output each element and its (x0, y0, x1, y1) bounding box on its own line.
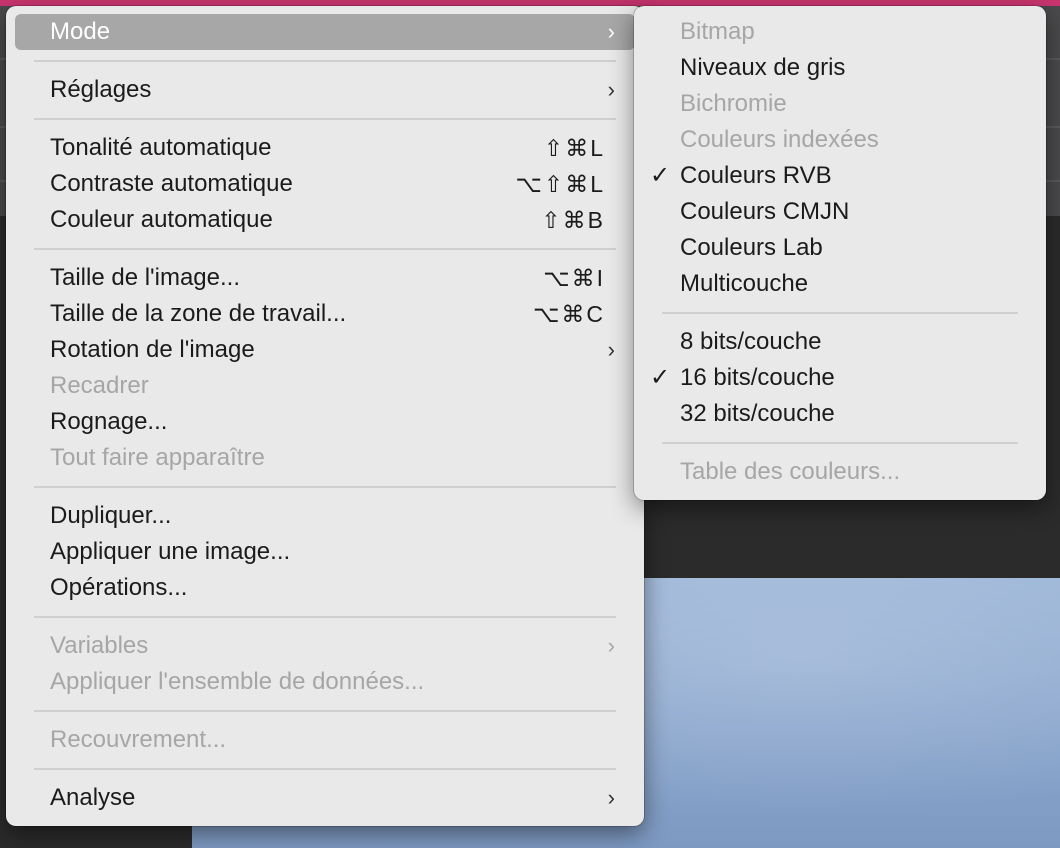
menu-item-label: Contraste automatique (50, 170, 293, 197)
menu-item-recouvrement: Recouvrement... (15, 722, 635, 758)
submenu-item-couleurs-cmjn[interactable]: Couleurs CMJN (634, 194, 1046, 230)
submenu-item-bitmap: Bitmap (634, 14, 1046, 50)
menu-item-appliquer-une-image[interactable]: Appliquer une image... (15, 534, 635, 570)
submenu-item-table-des-couleurs: Table des couleurs... (634, 454, 1046, 490)
menu-item-label: Couleur automatique (50, 206, 273, 233)
chevron-right-icon: › (607, 785, 615, 810)
submenu-item-label: 16 bits/couche (680, 364, 835, 391)
menu-item-label: Appliquer une image... (50, 538, 291, 565)
menu-item-analyse[interactable]: Analyse › (15, 780, 635, 816)
chevron-right-icon: › (607, 77, 615, 102)
submenu-item-label: Couleurs RVB (680, 162, 832, 189)
submenu-item-32-bits-couche[interactable]: 32 bits/couche (634, 396, 1046, 432)
menu-item-variables: Variables › (15, 628, 635, 664)
keyboard-shortcut: ⇧⌘L (543, 135, 605, 161)
menu-item-appliquer-l-ensemble-de-donnees: Appliquer l'ensemble de données... (15, 664, 635, 700)
menu-separator (34, 768, 616, 770)
submenu-item-16-bits-couche[interactable]: ✓ 16 bits/couche (634, 360, 1046, 396)
menu-item-label: Réglages (50, 76, 152, 103)
submenu-item-niveaux-de-gris[interactable]: Niveaux de gris (634, 50, 1046, 86)
submenu-item-label: Couleurs indexées (680, 126, 879, 153)
menu-item-tonalite-automatique[interactable]: Tonalité automatique ⇧⌘L (15, 130, 635, 166)
menu-separator (34, 486, 616, 488)
menu-item-label: Tout faire apparaître (50, 444, 265, 471)
submenu-item-couleurs-indexees: Couleurs indexées (634, 122, 1046, 158)
menu-item-dupliquer[interactable]: Dupliquer... (15, 498, 635, 534)
submenu-item-label: Couleurs Lab (680, 234, 823, 261)
submenu-item-label: Niveaux de gris (680, 54, 846, 81)
menu-item-taille-de-l-image[interactable]: Taille de l'image... ⌥⌘I (15, 260, 635, 296)
menu-separator (34, 616, 616, 618)
menu-separator (662, 312, 1018, 314)
menu-item-label: Rotation de l'image (50, 336, 255, 363)
menu-item-label: Variables (50, 632, 149, 659)
keyboard-shortcut: ⌥⌘I (543, 265, 605, 291)
keyboard-shortcut: ⌥⇧⌘L (515, 171, 605, 197)
menu-item-label: Analyse (50, 784, 136, 811)
submenu-item-label: 32 bits/couche (680, 400, 835, 427)
keyboard-shortcut: ⇧⌘B (541, 207, 605, 233)
submenu-item-label: Multicouche (680, 270, 809, 297)
menu-item-label: Opérations... (50, 574, 188, 601)
chevron-right-icon: › (607, 19, 615, 44)
menu-item-label: Taille de l'image... (50, 264, 241, 291)
chevron-right-icon: › (607, 337, 615, 362)
chevron-right-icon: › (607, 633, 615, 658)
menu-item-label: Mode (50, 18, 111, 45)
submenu-item-label: 8 bits/couche (680, 328, 822, 355)
menu-item-mode[interactable]: Mode › (15, 14, 635, 50)
menu-item-taille-de-la-zone-de-travail[interactable]: Taille de la zone de travail... ⌥⌘C (15, 296, 635, 332)
menu-item-label: Recouvrement... (50, 726, 227, 753)
menu-separator (34, 60, 616, 62)
submenu-item-label: Table des couleurs... (680, 458, 901, 485)
menu-separator (34, 710, 616, 712)
menu-item-label: Appliquer l'ensemble de données... (50, 668, 425, 695)
menu-item-reglages[interactable]: Réglages › (15, 72, 635, 108)
mode-submenu: Bitmap Niveaux de gris Bichromie Couleurs i… (634, 6, 1046, 500)
submenu-item-couleurs-rvb[interactable]: ✓ Couleurs RVB (634, 158, 1046, 194)
submenu-item-label: Bitmap (680, 18, 755, 45)
submenu-item-8-bits-couche[interactable]: 8 bits/couche (634, 324, 1046, 360)
checkmark-icon: ✓ (650, 364, 671, 391)
menu-item-recadrer: Recadrer (15, 368, 635, 404)
menu-item-rognage[interactable]: Rognage... (15, 404, 635, 440)
image-menu: Mode › Réglages › Tonalité automatique ⇧⌘L Con… (6, 6, 644, 826)
menu-item-label: Recadrer (50, 372, 149, 399)
submenu-item-label: Couleurs CMJN (680, 198, 850, 225)
menu-item-label: Rognage... (50, 408, 168, 435)
menu-item-label: Tonalité automatique (50, 134, 272, 161)
menu-item-contraste-automatique[interactable]: Contraste automatique ⌥⇧⌘L (15, 166, 635, 202)
menu-item-label: Dupliquer... (50, 502, 172, 529)
menu-separator (662, 442, 1018, 444)
menu-separator (34, 118, 616, 120)
menu-item-tout-faire-apparaitre: Tout faire apparaître (15, 440, 635, 476)
menu-item-couleur-automatique[interactable]: Couleur automatique ⇧⌘B (15, 202, 635, 238)
checkmark-icon: ✓ (650, 162, 671, 189)
submenu-item-multicouche[interactable]: Multicouche (634, 266, 1046, 302)
keyboard-shortcut: ⌥⌘C (532, 301, 605, 327)
submenu-item-label: Bichromie (680, 90, 787, 117)
menu-item-rotation-de-l-image[interactable]: Rotation de l'image › (15, 332, 635, 368)
menu-item-operations[interactable]: Opérations... (15, 570, 635, 606)
submenu-item-couleurs-lab[interactable]: Couleurs Lab (634, 230, 1046, 266)
submenu-item-bichromie: Bichromie (634, 86, 1046, 122)
menu-separator (34, 248, 616, 250)
menu-item-label: Taille de la zone de travail... (50, 300, 347, 327)
